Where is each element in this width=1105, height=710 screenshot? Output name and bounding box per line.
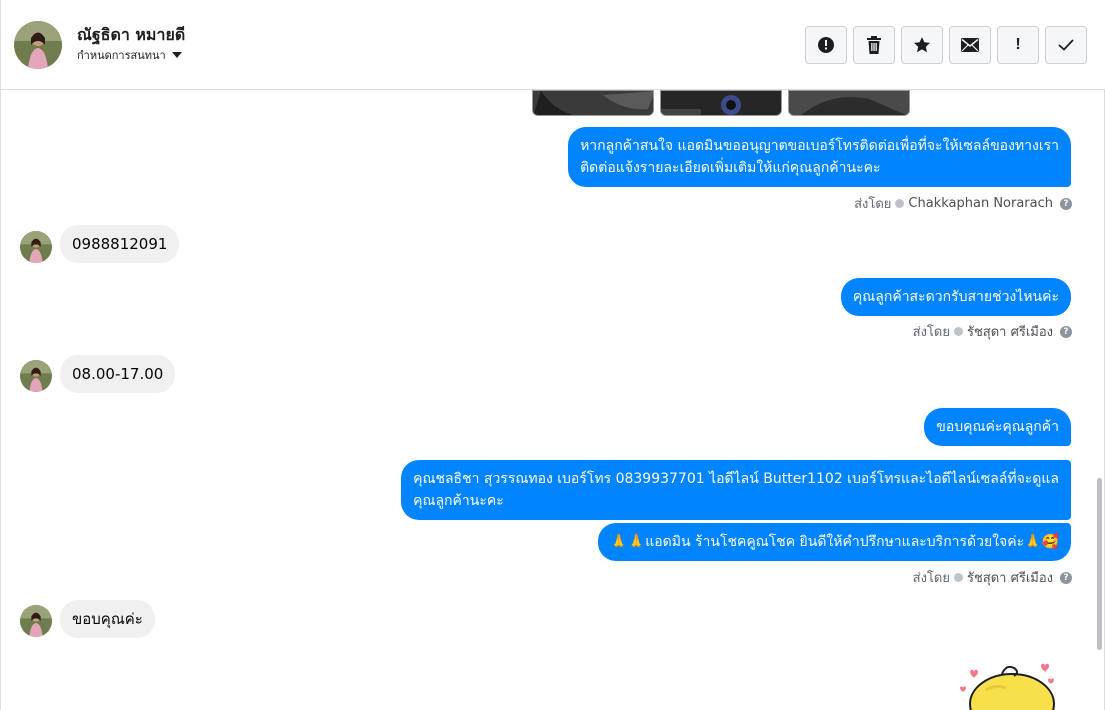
caret-down-icon <box>171 52 182 58</box>
spam-button[interactable] <box>805 26 847 64</box>
mark-done-button[interactable] <box>1045 26 1087 64</box>
mark-unread-button[interactable] <box>949 26 991 64</box>
follow-up-button[interactable]: ! <box>997 26 1039 64</box>
image-attachment[interactable] <box>788 90 910 116</box>
contact-avatar-small[interactable] <box>20 360 52 392</box>
verified-icon <box>953 573 963 582</box>
sender-name[interactable]: รัชสุดา ศรีเมือง <box>967 567 1053 588</box>
sender-name[interactable]: Chakkaphan Norarach <box>908 196 1053 211</box>
sent-by-label: ส่งโดย <box>854 197 892 212</box>
exclamation-icon: ! <box>1015 36 1021 53</box>
star-button[interactable] <box>901 26 943 64</box>
outgoing-message[interactable]: คุณลูกค้าสะดวกรับสายช่วงไหนค่ะ <box>840 278 1071 316</box>
sticker-image[interactable] <box>956 658 1066 710</box>
sent-by-label: ส่งโดย <box>912 571 950 586</box>
help-icon[interactable]: ? <box>1060 571 1072 584</box>
envelope-icon <box>961 38 979 52</box>
outgoing-message[interactable]: คุณชลธิชา สุวรรณทอง เบอร์โทร 0839937701 … <box>401 460 1071 520</box>
assign-conversation-dropdown[interactable]: กำหนดการสนทนา <box>77 46 182 64</box>
scrollbar-thumb[interactable] <box>1097 478 1102 650</box>
verified-icon <box>895 199 905 208</box>
contact-avatar[interactable] <box>14 21 62 69</box>
conversation-header: ณัฐธิดา หมายดี กำหนดการสนทนา ! <box>1 0 1105 90</box>
outgoing-message[interactable]: ขอบคุณค่ะคุณลูกค้า <box>924 408 1071 446</box>
sent-by-label: ส่งโดย <box>912 325 950 340</box>
check-icon <box>1058 39 1074 51</box>
trash-icon <box>867 36 881 54</box>
image-attachment[interactable] <box>660 90 782 116</box>
star-icon <box>913 37 931 53</box>
message-line: ติดต่อแจ้งรายละเอียดเพิ่มเติมให้แก่คุณลู… <box>580 160 881 176</box>
verified-icon <box>953 327 963 336</box>
outgoing-message[interactable]: หากลูกค้าสนใจ แอดมินขออนุญาตขอเบอร์โทรติ… <box>568 127 1071 187</box>
contact-avatar-small[interactable] <box>20 231 52 263</box>
sent-by-meta: ส่งโดย รัชสุดา ศรีเมือง ? <box>913 567 1072 588</box>
message-thread[interactable]: หากลูกค้าสนใจ แอดมินขออนุญาตขอเบอร์โทรติ… <box>1 90 1105 710</box>
image-attachment[interactable] <box>532 90 654 116</box>
outgoing-message[interactable]: 🙏🙏แอดมิน ร้านโชคคูณโชค ยินดีให้คำปรึกษาแ… <box>598 523 1071 561</box>
help-icon[interactable]: ? <box>1060 197 1072 210</box>
help-icon[interactable]: ? <box>1060 325 1072 338</box>
incoming-message[interactable]: 08.00-17.00 <box>60 355 176 393</box>
incoming-message[interactable]: 0988812091 <box>60 225 180 263</box>
contact-avatar-small[interactable] <box>20 605 52 637</box>
contact-name: ณัฐธิดา หมายดี <box>77 25 186 44</box>
delete-button[interactable] <box>853 26 895 64</box>
sender-name[interactable]: รัชสุดา ศรีเมือง <box>967 321 1053 342</box>
sent-by-meta: ส่งโดย Chakkaphan Norarach ? <box>854 193 1072 214</box>
conversation-panel: ณัฐธิดา หมายดี กำหนดการสนทนา ! หากลูกค้า… <box>0 0 1105 710</box>
assign-label: กำหนดการสนทนา <box>77 49 166 62</box>
message-line: คุณลูกค้านะคะ <box>413 493 504 509</box>
sent-by-meta: ส่งโดย รัชสุดา ศรีเมือง ? <box>913 321 1072 342</box>
alert-circle-icon <box>818 37 834 53</box>
incoming-message[interactable]: ขอบคุณค่ะ <box>60 600 155 638</box>
message-line: คุณชลธิชา สุวรรณทอง เบอร์โทร 0839937701 … <box>413 471 1059 487</box>
message-line: หากลูกค้าสนใจ แอดมินขออนุญาตขอเบอร์โทรติ… <box>580 138 1059 154</box>
